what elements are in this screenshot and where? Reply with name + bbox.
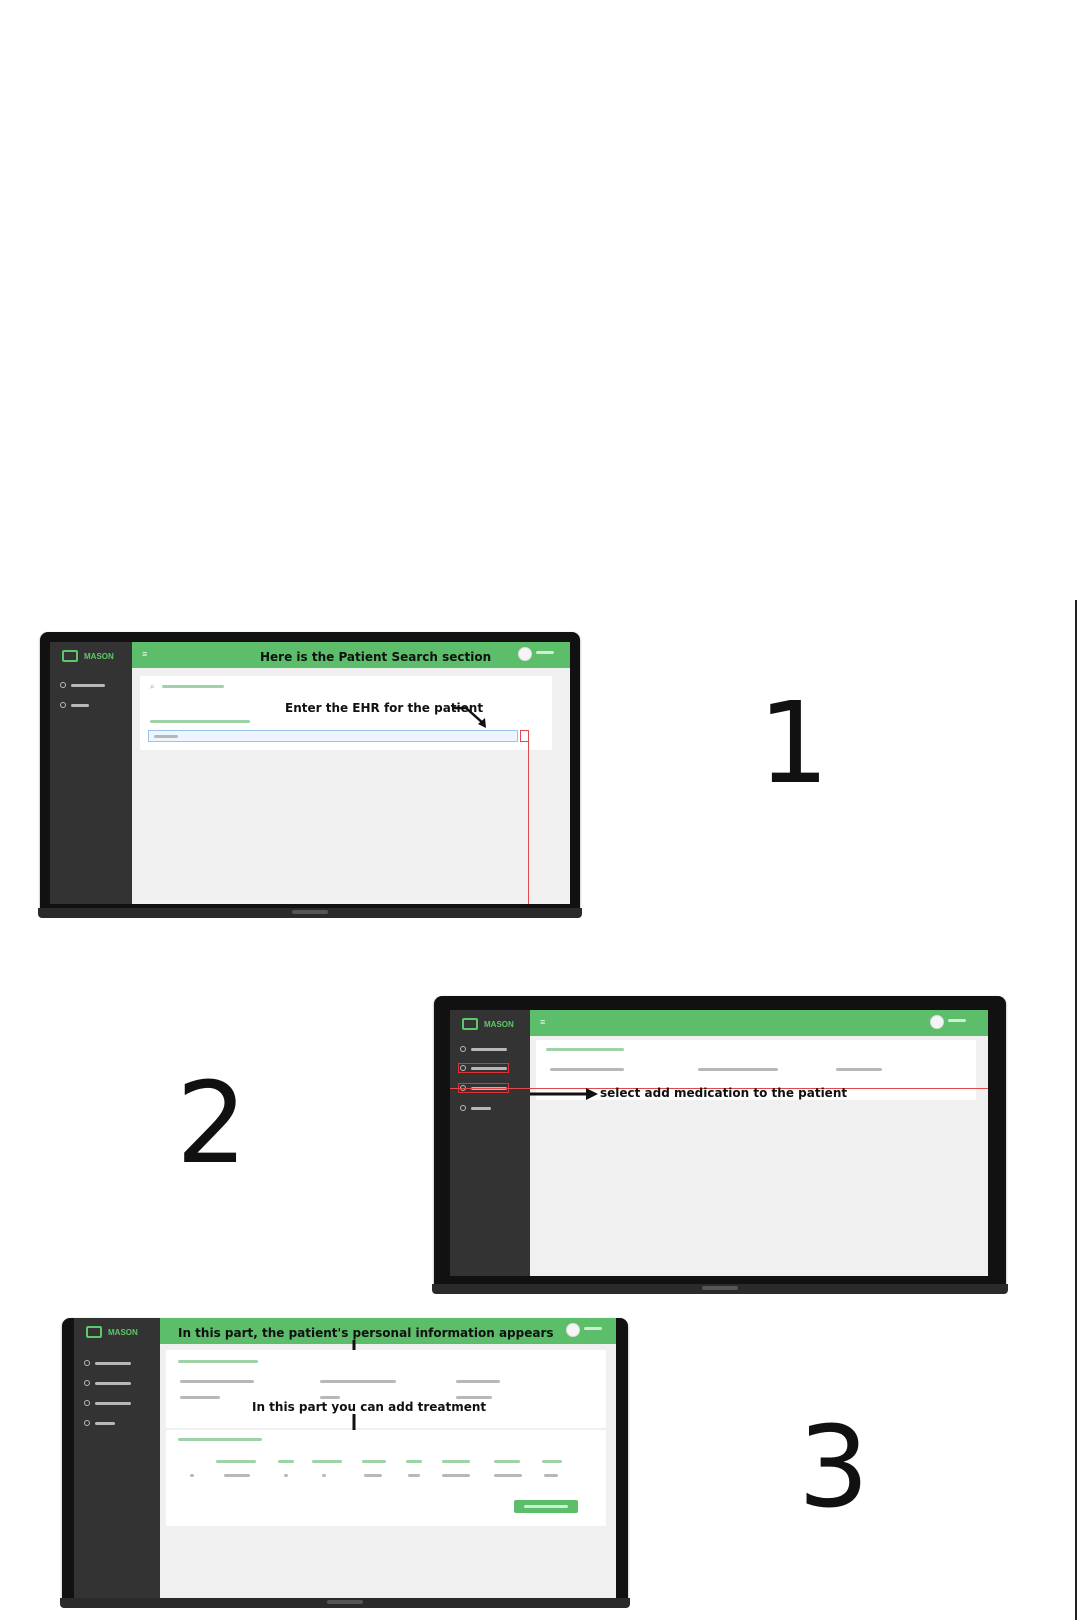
table-row[interactable] <box>166 1470 606 1480</box>
screen-step-3: MASON In this part, the patient's person… <box>74 1318 616 1600</box>
patient-age <box>320 1396 340 1399</box>
avatar[interactable] <box>518 647 532 661</box>
search-field-label <box>150 720 250 723</box>
plus-icon <box>460 1065 466 1071</box>
laptop-step-1: MASON ≡ Here is the Patient Search secti… <box>38 632 582 918</box>
sidebar: MASON <box>450 1010 530 1276</box>
menu-icon[interactable]: ≡ <box>142 649 147 659</box>
menu-icon[interactable]: ≡ <box>540 1017 545 1027</box>
pill-icon <box>84 1400 90 1406</box>
step-3-banner: In this part, the patient's personal inf… <box>178 1326 554 1340</box>
patient-nationality <box>456 1380 500 1383</box>
laptop-step-3: MASON In this part, the patient's person… <box>60 1318 630 1608</box>
power-icon <box>84 1420 90 1426</box>
laptop-step-2: MASON ≡ select add medication to the pat… <box>432 996 1008 1294</box>
patient-id <box>698 1068 778 1071</box>
step-number-3: 3 <box>798 1403 870 1533</box>
patient-name <box>550 1068 624 1071</box>
plus-icon <box>84 1380 90 1386</box>
avatar[interactable] <box>566 1323 580 1337</box>
patient-info-title <box>178 1360 258 1363</box>
user-name <box>948 1019 966 1022</box>
patient-info-panel <box>166 1350 606 1428</box>
add-medicine-button[interactable] <box>514 1500 578 1513</box>
patient-gender <box>180 1396 220 1399</box>
app-logo: MASON <box>86 1326 138 1338</box>
laptop-base <box>60 1598 630 1608</box>
step-1-banner: Here is the Patient Search section <box>260 650 492 664</box>
search-submit-button[interactable] <box>520 730 529 742</box>
sidebar-item-logout[interactable] <box>460 1105 491 1111</box>
medicine-panel <box>166 1430 606 1526</box>
guide-line <box>528 742 529 904</box>
patient-blood-type <box>456 1396 492 1399</box>
power-icon <box>460 1105 466 1111</box>
medicine-table-header <box>166 1456 606 1466</box>
patient-id <box>320 1380 396 1383</box>
patient-info-title <box>546 1048 624 1051</box>
app-logo: MASON <box>62 650 114 662</box>
step-3-annotation: In this part you can add treatment <box>252 1400 487 1414</box>
laptop-base <box>432 1284 1008 1294</box>
search-icon <box>60 682 66 688</box>
laptop-base <box>38 908 582 918</box>
search-icon <box>84 1360 90 1366</box>
sidebar: MASON <box>50 642 132 904</box>
user-name <box>584 1327 602 1330</box>
sidebar-item-search-patient[interactable] <box>60 682 105 688</box>
page-edge-line <box>1075 600 1077 1620</box>
power-icon <box>60 702 66 708</box>
screen-step-2: MASON ≡ select add medication to the pat… <box>450 1010 988 1276</box>
search-icon: ⌕ <box>150 682 155 691</box>
sidebar-item-add-medication[interactable] <box>458 1063 509 1073</box>
patient-name <box>180 1380 254 1383</box>
screen-step-1: MASON ≡ Here is the Patient Search secti… <box>50 642 570 904</box>
sidebar-item-add-medication[interactable] <box>84 1380 131 1386</box>
avatar[interactable] <box>930 1015 944 1029</box>
user-name <box>536 651 554 654</box>
sidebar-item-search-patient[interactable] <box>460 1046 507 1052</box>
search-icon <box>460 1046 466 1052</box>
sidebar-item-view-medication[interactable] <box>84 1400 131 1406</box>
step-number-2: 2 <box>176 1059 248 1189</box>
sidebar-item-logout[interactable] <box>84 1420 115 1426</box>
step-number-1: 1 <box>758 679 830 809</box>
search-panel-title <box>162 685 224 688</box>
sidebar-item-logout[interactable] <box>60 702 89 708</box>
step-2-annotation: select add medication to the patient <box>600 1086 848 1100</box>
sidebar: MASON <box>74 1318 160 1600</box>
app-logo: MASON <box>462 1018 514 1030</box>
top-bar: ≡ <box>530 1010 988 1036</box>
sidebar-item-search-patient[interactable] <box>84 1360 131 1366</box>
arrow-icon <box>452 706 486 728</box>
patient-nationality <box>836 1068 882 1071</box>
medicine-panel-title <box>178 1438 262 1441</box>
arrow-icon <box>530 1088 598 1100</box>
